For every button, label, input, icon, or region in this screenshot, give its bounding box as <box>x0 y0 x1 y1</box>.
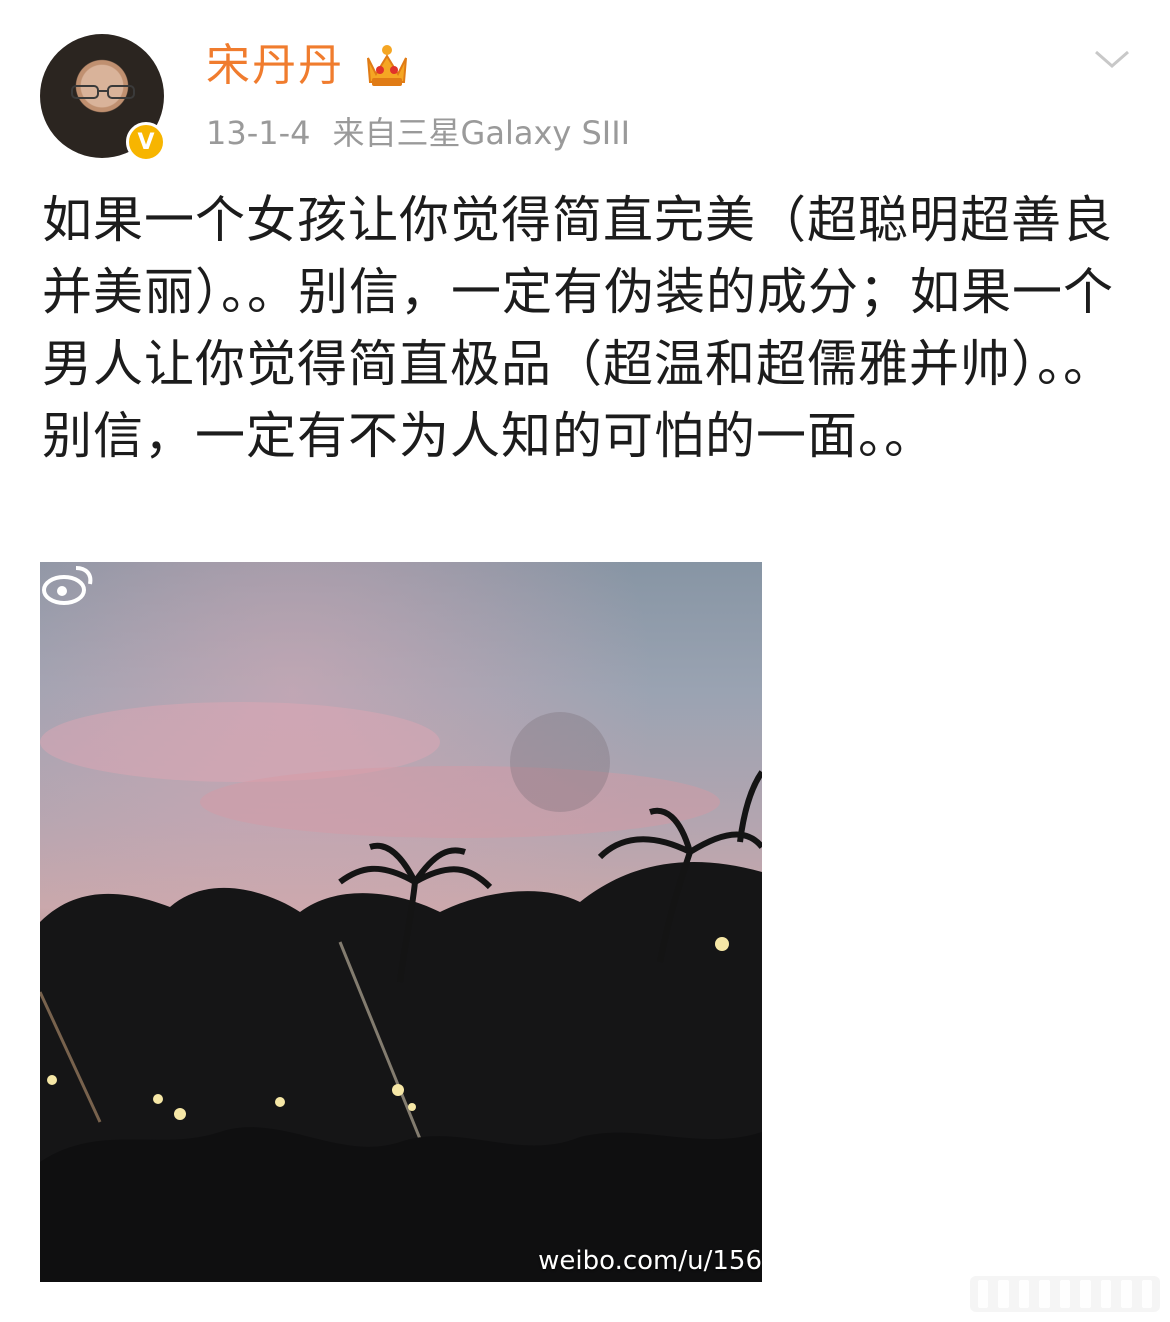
author-name[interactable]: 宋丹丹 <box>206 36 344 96</box>
post-source[interactable]: 来自三星Galaxy SIII <box>333 114 631 152</box>
post-image[interactable]: weibo.com/u/156 <box>40 562 762 1282</box>
verified-mark: V <box>137 129 155 155</box>
glasses-icon <box>71 85 135 99</box>
image-carousel-indicator <box>970 1276 1160 1312</box>
vip-crown-icon[interactable] <box>362 42 412 90</box>
chevron-down-icon[interactable] <box>1092 44 1132 74</box>
weibo-logo-icon <box>42 566 93 605</box>
image-watermark: weibo.com/u/156 <box>538 1246 762 1276</box>
post-date: 13-1-4 <box>206 114 311 152</box>
sunset-scene <box>40 562 762 1282</box>
post-meta: 13-1-4 来自三星Galaxy SIII <box>206 108 652 158</box>
post-text: 如果一个女孩让你觉得简直完美（超聪明超善良并美丽）。。别信，一定有伪装的成分；如… <box>42 191 1114 465</box>
indicator-ticks <box>978 1280 1152 1308</box>
verified-badge-icon: V <box>126 122 166 162</box>
